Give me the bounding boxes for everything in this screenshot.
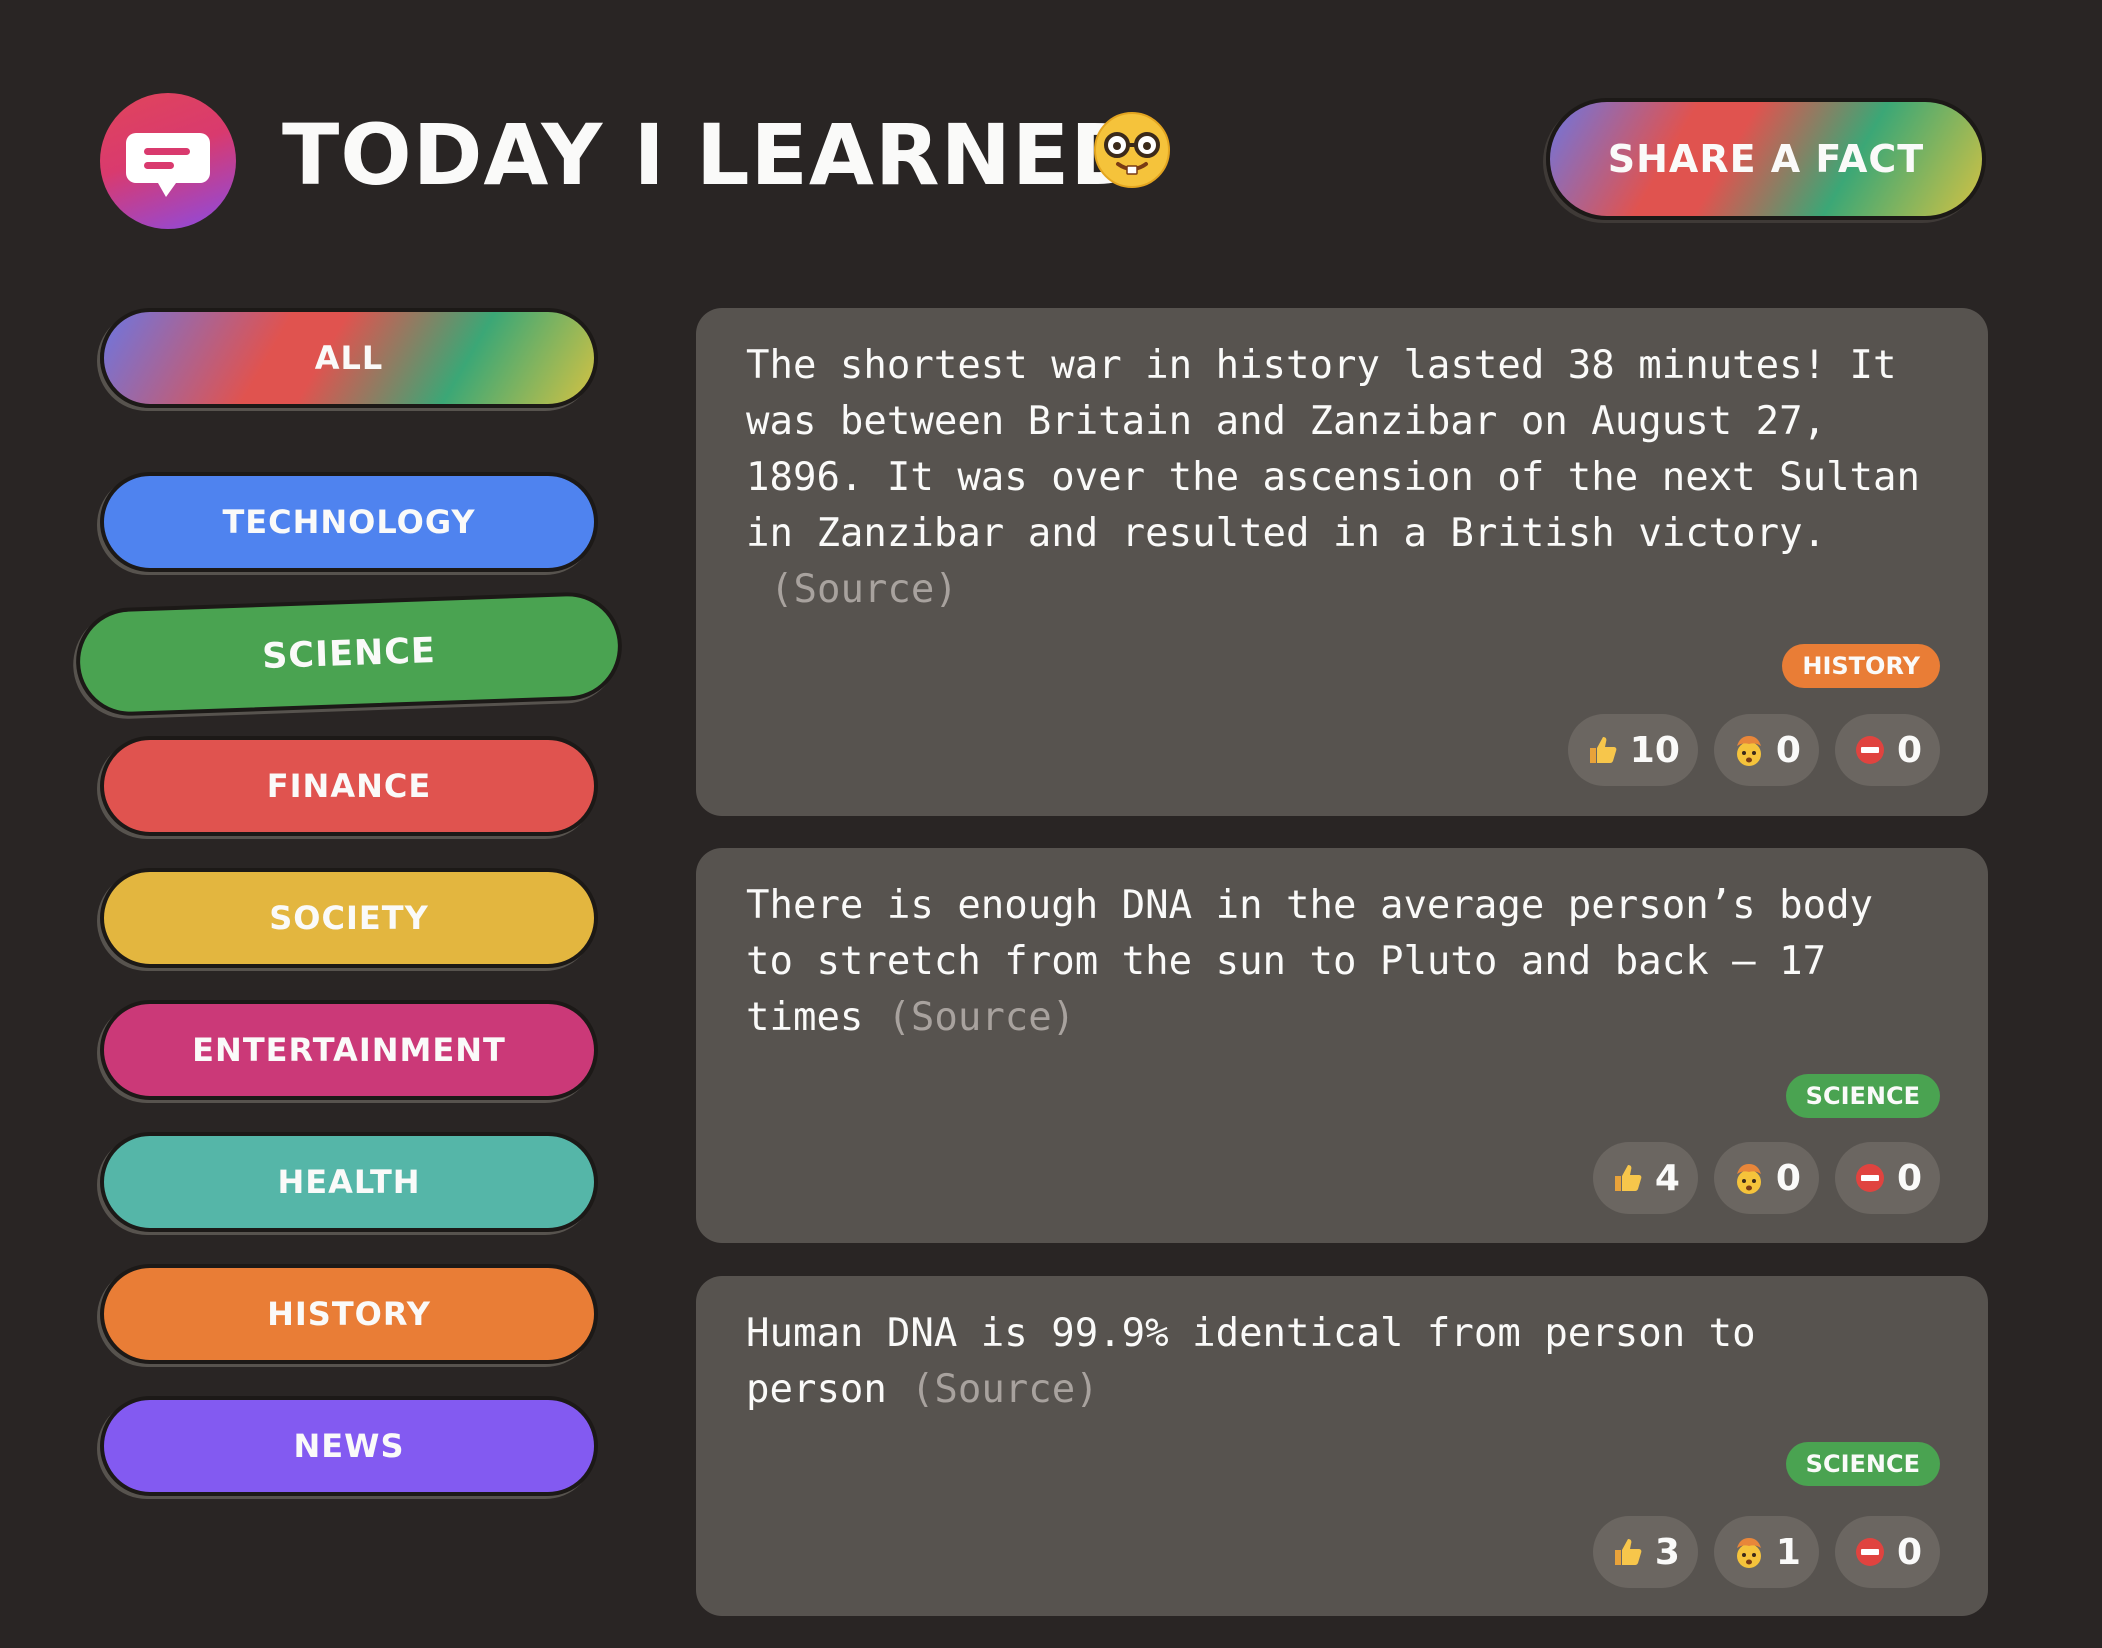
thumbs-up-icon	[1611, 1535, 1645, 1569]
vote-count: 3	[1654, 1531, 1680, 1573]
fact-card: There is enough DNA in the average perso…	[696, 848, 1988, 1243]
source-link[interactable]: (Source)	[911, 1367, 1099, 1412]
thumbs-up-icon	[1586, 733, 1620, 767]
vote-buttons: 4 0 0	[1592, 1142, 1940, 1214]
vote-interesting-button[interactable]: 3	[1592, 1516, 1698, 1588]
category-button-history[interactable]: History	[100, 1264, 598, 1364]
category-tag: history	[1782, 644, 1940, 688]
exploding-head-icon	[1732, 733, 1766, 767]
category-button-news[interactable]: News	[100, 1396, 598, 1496]
app-title: Today I Learned	[282, 106, 1141, 204]
vote-count: 0	[1896, 1531, 1922, 1573]
thumbs-up-icon	[1611, 1161, 1645, 1195]
vote-interesting-button[interactable]: 10	[1567, 714, 1698, 786]
vote-buttons: 3 1 0	[1592, 1516, 1940, 1588]
vote-false-button[interactable]: 0	[1834, 1142, 1940, 1214]
category-button-society[interactable]: Society	[100, 868, 598, 968]
category-tag: science	[1785, 1074, 1940, 1118]
vote-mindblowing-button[interactable]: 1	[1713, 1516, 1819, 1588]
category-button-science[interactable]: Science	[74, 590, 624, 718]
vote-false-button[interactable]: 0	[1834, 1516, 1940, 1588]
fact-card: The shortest war in history lasted 38 mi…	[696, 308, 1988, 816]
vote-count: 0	[1775, 729, 1801, 771]
vote-count: 10	[1629, 729, 1680, 771]
fact-text-body: Human DNA is 99.9% identical from person…	[746, 1311, 1756, 1412]
vote-interesting-button[interactable]: 4	[1592, 1142, 1698, 1214]
no-entry-icon	[1853, 1535, 1887, 1569]
no-entry-icon	[1853, 733, 1887, 767]
fact-text: There is enough DNA in the average perso…	[746, 878, 1938, 1046]
source-link[interactable]: (Source)	[887, 995, 1075, 1040]
vote-count: 0	[1896, 729, 1922, 771]
vote-count: 1	[1775, 1531, 1801, 1573]
exploding-head-icon	[1732, 1535, 1766, 1569]
fact-card: Human DNA is 99.9% identical from person…	[696, 1276, 1988, 1616]
category-button-technology[interactable]: Technology	[100, 472, 598, 572]
no-entry-icon	[1853, 1161, 1887, 1195]
fact-text: The shortest war in history lasted 38 mi…	[746, 338, 1938, 618]
category-button-entertainment[interactable]: Entertainment	[100, 1000, 598, 1100]
category-button-finance[interactable]: Finance	[100, 736, 598, 836]
vote-count: 4	[1654, 1157, 1680, 1199]
category-button-health[interactable]: Health	[100, 1132, 598, 1232]
category-button-all[interactable]: All	[100, 308, 598, 408]
vote-buttons: 10 0 0	[1567, 714, 1940, 786]
share-fact-button[interactable]: Share a fact	[1546, 98, 1986, 220]
vote-false-button[interactable]: 0	[1834, 714, 1940, 786]
exploding-head-icon	[1732, 1161, 1766, 1195]
vote-count: 0	[1896, 1157, 1922, 1199]
fact-text: Human DNA is 99.9% identical from person…	[746, 1306, 1938, 1418]
vote-mindblowing-button[interactable]: 0	[1713, 1142, 1819, 1214]
category-tag: science	[1785, 1442, 1940, 1486]
vote-mindblowing-button[interactable]: 0	[1713, 714, 1819, 786]
logo-icon	[100, 93, 236, 229]
nerd-face-icon	[1092, 110, 1172, 194]
vote-count: 0	[1775, 1157, 1801, 1199]
app-root: Today I Learned Share a fact All Technol…	[0, 0, 2102, 1648]
fact-text-body: The shortest war in history lasted 38 mi…	[746, 343, 1920, 556]
source-link[interactable]: (Source)	[770, 567, 958, 612]
